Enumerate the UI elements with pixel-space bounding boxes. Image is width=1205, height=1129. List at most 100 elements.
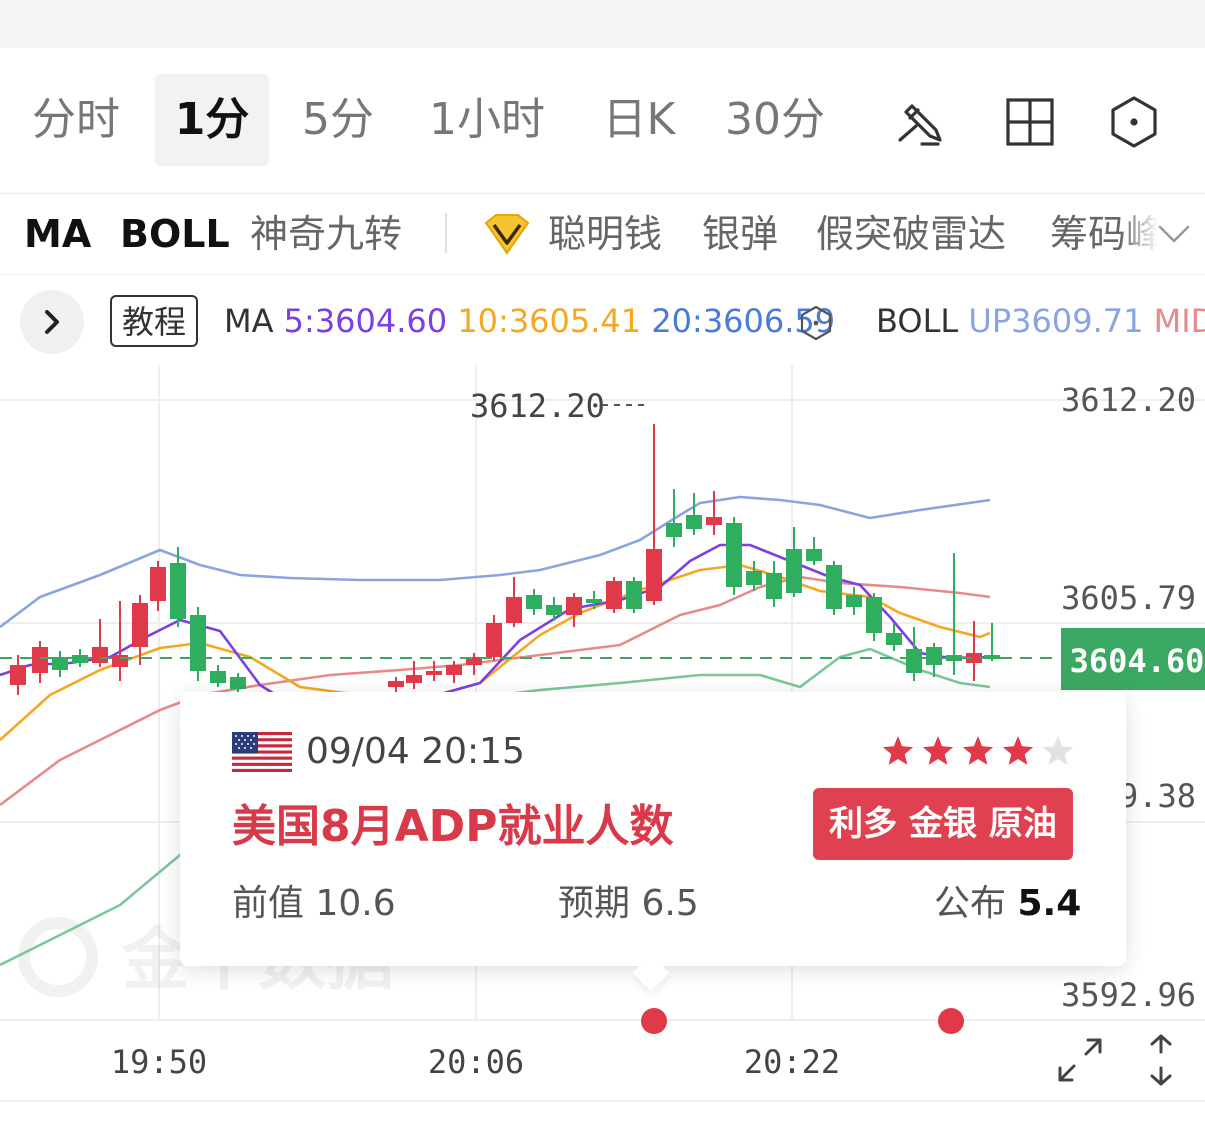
ma5-value: 5:3604.60 <box>283 302 448 340</box>
actual-label: 公布 <box>934 883 1007 924</box>
indicator-legend: 教程 MA 5:3604.60 10:3605.41 20:3606.59 BO… <box>0 275 1205 365</box>
tutorial-button[interactable]: 教程 <box>110 295 199 347</box>
candle <box>506 577 522 627</box>
candle <box>210 665 226 687</box>
previous-stat: 前值 10.6 <box>232 880 396 928</box>
boll-up-value: UP3609.71 <box>968 302 1144 340</box>
candle <box>646 424 662 605</box>
y-axis-label: 3612.20 <box>1061 381 1196 419</box>
fullscreen-icon[interactable] <box>1054 1034 1106 1086</box>
boll-legend: BOLL UP3609.71 MID3606.59 <box>876 301 1205 341</box>
candle <box>466 653 482 675</box>
star-icon <box>1042 736 1074 765</box>
candle <box>766 561 782 607</box>
y-axis-label: 3605.79 <box>1061 579 1196 617</box>
candle <box>966 621 982 681</box>
candle <box>906 627 922 681</box>
importance-stars <box>882 736 1074 765</box>
x-axis-label: 20:22 <box>744 1043 840 1081</box>
us-flag-icon <box>232 732 292 772</box>
candle <box>486 615 502 661</box>
event-impact-tag: 利多 金银 原油 <box>813 788 1073 860</box>
star-icon <box>962 736 994 765</box>
indicator-tab-false-breakout[interactable]: 假突破雷达 <box>816 209 1006 259</box>
event-marker-dot[interactable] <box>938 1008 964 1034</box>
candle <box>666 489 682 547</box>
y-axis-label: 3592.96 <box>1061 976 1196 1014</box>
ma10-value: 10:3605.41 <box>457 302 642 340</box>
candle <box>806 537 822 565</box>
tab-30min[interactable]: 30分 <box>716 74 834 166</box>
candle <box>52 651 68 677</box>
forecast-stat: 预期 6.5 <box>558 880 699 928</box>
event-popup[interactable]: 09/04 20:15 美国8月ADP就业人数 利多 金银 原油 前值 10.6… <box>180 692 1126 992</box>
chevron-right-icon <box>45 310 59 334</box>
candle <box>566 593 582 627</box>
boll-legend-label: BOLL <box>876 302 959 340</box>
indicator-tab-silver-bullet[interactable]: 银弹 <box>702 209 778 259</box>
high-price-marker: 3612.20 <box>470 387 605 425</box>
star-icon <box>1002 736 1034 765</box>
x-axis-label: 20:06 <box>428 1043 524 1081</box>
hexagon-settings-icon[interactable] <box>1108 96 1160 148</box>
forecast-value: 6.5 <box>641 883 699 924</box>
candle <box>686 493 702 535</box>
event-marker-dot[interactable] <box>641 1008 667 1034</box>
indicator-tab-ma[interactable]: MA <box>24 209 91 259</box>
divider <box>445 213 447 253</box>
vertical-scale-icon[interactable] <box>1144 1032 1178 1088</box>
tab-5min[interactable]: 5分 <box>290 74 386 166</box>
forecast-label: 预期 <box>558 883 631 924</box>
star-icon <box>922 736 954 765</box>
diamond-vip-icon <box>484 214 530 255</box>
draw-pen-icon[interactable] <box>896 96 948 148</box>
indicator-tab-smart-money[interactable]: 聪明钱 <box>548 209 662 259</box>
candle <box>846 587 862 615</box>
legend-expand-button[interactable] <box>20 290 84 354</box>
tab-daily-k[interactable]: 日K <box>590 74 688 166</box>
candle <box>606 577 622 613</box>
status-strip <box>0 0 1205 48</box>
ma-legend: MA 5:3604.60 10:3605.41 20:3606.59 <box>224 301 835 341</box>
x-axis-label: 19:50 <box>111 1043 207 1081</box>
candle <box>984 623 1000 661</box>
candle <box>866 593 882 641</box>
boll-mid-value: MID3606.59 <box>1153 302 1205 340</box>
candle <box>546 597 562 621</box>
tab-fenshi[interactable]: 分时 <box>18 74 134 166</box>
candle <box>32 641 48 683</box>
tab-1min[interactable]: 1分 <box>155 74 269 166</box>
chevron-down-icon[interactable] <box>1156 219 1192 249</box>
candle <box>526 589 542 615</box>
actual-value: 5.4 <box>1017 883 1082 924</box>
candle <box>786 527 802 597</box>
actual-stat: 公布 5.4 <box>934 880 1081 928</box>
candle <box>426 661 442 681</box>
ma-legend-label: MA <box>224 302 274 340</box>
candle <box>112 601 128 681</box>
event-title: 美国8月ADP就业人数 <box>232 801 674 852</box>
candle <box>92 619 108 667</box>
candle <box>726 517 742 595</box>
candle <box>150 561 166 611</box>
indicator-bar: MA BOLL 神奇九转 聪明钱 银弹 假突破雷达 筹码峰 <box>0 195 1205 275</box>
event-datetime: 09/04 20:15 <box>306 731 525 772</box>
candle <box>706 491 722 535</box>
timeframe-bar: 分时 1分 5分 1小时 日K 30分 <box>0 48 1205 194</box>
candle <box>10 655 26 695</box>
candle <box>946 553 962 675</box>
last-price-badge: 3604.60 <box>1061 628 1205 690</box>
indicator-tab-boll[interactable]: BOLL <box>120 209 230 259</box>
last-price-text: 3604.60 <box>1070 642 1205 680</box>
candle <box>626 577 642 613</box>
candle <box>406 661 422 689</box>
candle <box>190 607 206 681</box>
previous-label: 前值 <box>232 883 305 924</box>
tab-1hour[interactable]: 1小时 <box>412 74 562 166</box>
star-icon <box>882 736 914 765</box>
previous-value: 10.6 <box>315 883 396 924</box>
grid-layout-icon[interactable] <box>1004 96 1056 148</box>
ma-settings-icon[interactable] <box>799 305 833 341</box>
candle <box>826 561 842 615</box>
indicator-tab-magic-nine[interactable]: 神奇九转 <box>250 209 402 259</box>
